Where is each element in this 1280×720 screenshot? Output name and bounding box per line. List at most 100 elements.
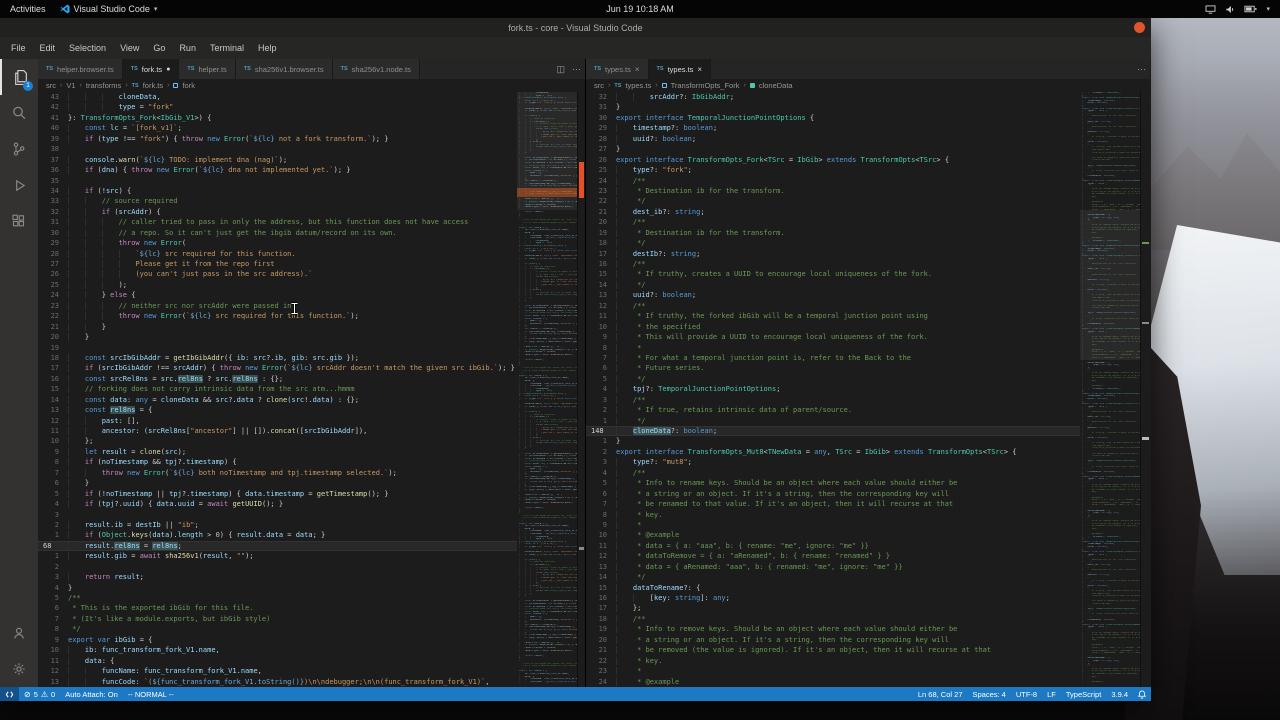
line-number[interactable]: 13 [38,405,68,415]
code-line[interactable]: 32 srcAddr?: IbGibAddr; [586,92,1080,102]
vim-mode-indicator[interactable]: -- NORMAL -- [123,690,179,699]
breadcrumb-item[interactable]: src [594,81,604,90]
line-number[interactable]: 21 [586,207,616,217]
line-number[interactable]: 16 [38,374,68,384]
menu-view[interactable]: View [113,43,146,53]
system-menu-chevron-icon[interactable]: ▾ [1266,5,1270,13]
code-line[interactable]: 30 export interface TemporalJunctionPoint… [586,113,1080,123]
code-line[interactable]: 27} [586,144,1080,154]
line-number[interactable]: 22 [586,196,616,206]
code-line[interactable]: 3 /** [586,395,1080,405]
line-number[interactable]: 18 [38,353,68,363]
code-line[interactable]: 14 */ [586,280,1080,290]
line-number[interactable]: 16 [586,259,616,269]
line-number[interactable]: 14 [586,280,616,290]
code-line[interactable]: 9 let result = clone(src); [38,447,517,457]
line-number[interactable]: 29 [586,123,616,133]
line-number[interactable]: 29 [38,238,68,248]
menu-help[interactable]: Help [251,43,284,53]
battery-icon[interactable] [1244,5,1258,13]
line-number[interactable]: 17 [586,603,616,613]
line-number[interactable]: 27 [38,259,68,269]
line-number[interactable]: 40 [38,123,68,133]
line-number[interactable]: 18 [586,614,616,624]
code-line[interactable]: 9 * [586,520,1080,530]
line-number[interactable]: 41 [38,113,68,123]
menu-file[interactable]: File [4,43,33,53]
code-line[interactable]: 1 result.gib = await sha256v1(result, ""… [38,551,517,561]
code-line[interactable]: 8 if (noTimestamp && tpj?.timestamp) { [38,457,517,467]
title-bar[interactable]: fork.ts - core - Visual Studio Code [0,18,1151,37]
code-line[interactable]: 17 destIb?: string; [586,249,1080,259]
code-line[interactable]: 19 [38,343,517,353]
line-number[interactable]: 22 [586,656,616,666]
line-number[interactable]: 30 [586,113,616,123]
line-number[interactable]: 38 [38,144,68,154]
code-line[interactable]: 4 /** [586,468,1080,478]
line-number[interactable]: 17 [586,249,616,259]
line-number[interactable]: 37 [38,155,68,165]
line-number[interactable]: 35 [38,176,68,186]
code-line[interactable]: 26 (you can't just pass in the src addre… [38,269,517,279]
line-number[interactable]: 19 [586,228,616,238]
line-number[interactable]: 23 [586,666,616,676]
code-line[interactable]: 14 */ [586,572,1080,582]
code-line[interactable]: 22 */ [586,196,1080,206]
tab-sha256v1-browser-ts[interactable]: TS sha256v1.browser.ts [235,59,333,79]
line-number[interactable]: 14 [38,395,68,405]
code-line[interactable]: 15 // forking does not carry intrinsic d… [38,384,517,394]
line-number[interactable]: 12 [586,551,616,561]
line-number[interactable]: 8 [38,624,68,634]
code-line[interactable]: 4 tpj?: TemporalJunctionPointOptions; [586,384,1080,394]
minimap[interactable]: cloneData, type = "fork"}: TransformOpts… [517,92,577,687]
code-line[interactable]: 36 if (dna) { throw new Error(`${lc} dna… [38,165,517,175]
code-line[interactable]: 16 [key: string]: any; [586,593,1080,603]
line-number[interactable]: 33 [38,196,68,206]
code-line[interactable]: 27 Please get it from the repo first [38,259,517,269]
code-line[interactable]: 3 return result; [38,572,517,582]
line-number[interactable]: 9 [38,447,68,457]
line-number[interactable]: 1 [586,416,616,426]
line-number[interactable]: 20 [586,635,616,645]
line-number[interactable]: 10 [586,322,616,332]
line-number[interactable]: 30 [38,228,68,238]
code-line[interactable]: 13 const rel8ns = { [38,405,517,415]
breadcrumb-item[interactable]: src [46,81,56,90]
line-number[interactable]: 1 [38,551,68,561]
code-line[interactable]: 24 } else { [38,290,517,300]
line-number[interactable]: 18 [586,238,616,248]
menu-edit[interactable]: Edit [33,43,63,53]
code-line[interactable]: 13 uuid?: boolean; [586,290,1080,300]
line-number[interactable]: 36 [38,165,68,175]
line-number[interactable]: 8 [38,457,68,467]
line-number[interactable]: 2 [586,447,616,457]
code-line[interactable]: 40 const lc = `[fork_v1]`; [38,123,517,133]
code-line[interactable]: 6 * a string or an object. If it's a str… [586,489,1080,499]
code-line[interactable]: 34 if (!src) { [38,186,517,196]
code-line[interactable]: 12 /** [586,301,1080,311]
code-line[interactable]: 22 throw new Error(`${lc} src required f… [38,311,517,321]
code-line[interactable]: 5 */ [586,374,1080,384]
line-number[interactable]: 1 [586,436,616,446]
code-line[interactable]: 37 console.warn(`${lc} TODO: implement d… [38,155,517,165]
line-number[interactable]: 24 [586,677,616,687]
line-number[interactable]: 7 [38,614,68,624]
line-number[interactable]: 12 [38,666,68,676]
line-number[interactable]: 4 [38,583,68,593]
line-number[interactable]: 25 [586,165,616,175]
line-number[interactable]: 15 [586,583,616,593]
code-line[interactable]: 21 } [38,322,517,332]
code-line[interactable]: 29 timestamp?: boolean; [586,123,1080,133]
line-number[interactable]: 25 [38,280,68,290]
code-line[interactable]: 1} [586,436,1080,446]
code-line[interactable]: 68 result.rel8ns = rel8ns; [38,540,517,552]
line-number[interactable]: 2 [586,405,616,415]
more-actions-icon[interactable]: ⋯ [1137,64,1146,75]
clock[interactable]: Jun 19 10:18 AM [0,4,1280,14]
line-number[interactable]: 12 [38,416,68,426]
code-line[interactable]: 2 export interface TransformOpts_Mut8<TNe… [586,447,1080,457]
code-line[interactable]: 35 [38,176,517,186]
code-line[interactable]: 2 result.ib = destIb || "ib"; [38,520,517,530]
line-number[interactable]: 34 [38,186,68,196]
line-number[interactable]: 32 [38,207,68,217]
